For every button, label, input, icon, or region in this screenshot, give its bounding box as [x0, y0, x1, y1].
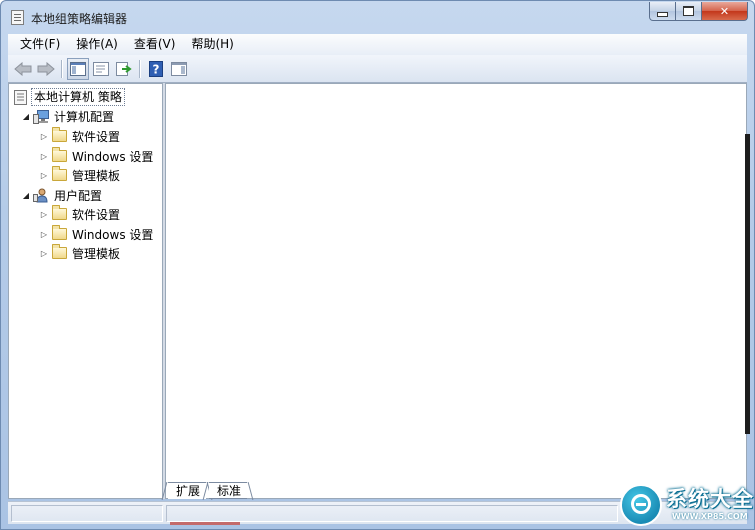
tree-item-label: 计算机配置 — [54, 109, 115, 124]
tree-item-admin-templates[interactable]: ▷ 管理模板 — [39, 244, 120, 262]
folder-icon — [52, 166, 67, 181]
user-config-icon — [33, 188, 48, 202]
watermark-url: WWW.XP85.COM — [672, 512, 748, 521]
export-list-button[interactable] — [113, 58, 135, 80]
menu-view[interactable]: 查看(V) — [126, 34, 184, 55]
expanded-arrow-icon[interactable]: ◢ — [21, 112, 31, 121]
menu-file[interactable]: 文件(F) — [8, 34, 68, 55]
forward-button[interactable] — [35, 58, 57, 80]
window-title: 本地组策略编辑器 — [31, 12, 128, 26]
collapsed-arrow-icon[interactable]: ▷ — [39, 132, 49, 141]
folder-icon — [52, 127, 67, 142]
forward-arrow-icon — [37, 61, 55, 76]
collapsed-arrow-icon[interactable]: ▷ — [39, 249, 49, 258]
tree-item-computer-config[interactable]: ◢ 计算机配置 — [21, 107, 114, 125]
collapsed-arrow-icon[interactable]: ▷ — [39, 210, 49, 219]
minimize-button[interactable] — [649, 2, 676, 21]
tree-item-label: 本地计算机 策略 — [31, 88, 125, 106]
show-action-pane-button[interactable] — [168, 58, 190, 80]
tree-item-label: Windows 设置 — [72, 149, 154, 164]
menu-help[interactable]: 帮助(H) — [183, 34, 241, 55]
tree-item-root[interactable]: 本地计算机 策略 — [14, 88, 125, 106]
back-button[interactable] — [12, 58, 34, 80]
show-tree-button[interactable] — [67, 57, 89, 80]
collapsed-arrow-icon[interactable]: ▷ — [39, 171, 49, 180]
policy-editor-icon — [11, 10, 24, 25]
folder-icon — [52, 205, 67, 220]
back-arrow-icon — [14, 61, 32, 76]
tree-item-windows-settings[interactable]: ▷ Windows 设置 — [39, 225, 153, 243]
properties-button[interactable] — [90, 58, 112, 80]
window-controls: ✕ — [649, 2, 748, 22]
main-content: 本地计算机 策略 ◢ 计算机配置 ▷ 软件设置 ▷ Windows 设置 ▷ 管… — [8, 83, 750, 499]
show-tree-icon — [70, 61, 86, 76]
tree-item-admin-templates[interactable]: ▷ 管理模板 — [39, 166, 120, 184]
close-button[interactable]: ✕ — [702, 2, 748, 21]
maximize-icon — [683, 6, 694, 16]
show-action-pane-icon — [171, 61, 187, 76]
tree-item-software-settings[interactable]: ▷ 软件设置 — [39, 127, 120, 145]
tree-item-label: 管理模板 — [72, 246, 121, 261]
tree-item-windows-settings[interactable]: ▷ Windows 设置 — [39, 147, 153, 165]
tree-item-label: 管理模板 — [72, 168, 121, 183]
help-button[interactable]: ? — [145, 58, 167, 80]
computer-config-icon — [33, 109, 49, 124]
watermark: 系统大全 WWW.XP85.COM — [618, 482, 755, 528]
toolbar: ? — [8, 55, 747, 83]
close-icon: ✕ — [719, 4, 730, 18]
collapsed-arrow-icon[interactable]: ▷ — [39, 230, 49, 239]
collapsed-arrow-icon[interactable]: ▷ — [39, 152, 49, 161]
folder-icon — [52, 225, 67, 240]
toolbar-separator — [61, 59, 62, 78]
site-logo-icon — [620, 484, 662, 526]
status-panel — [166, 505, 618, 522]
properties-icon — [93, 61, 109, 76]
menu-bar: 文件(F) 操作(A) 查看(V) 帮助(H) — [8, 34, 747, 55]
title-bar[interactable]: 本地组策略编辑器 ✕ — [1, 1, 754, 33]
maximize-button[interactable] — [676, 2, 702, 21]
folder-icon — [52, 147, 67, 162]
tree-item-user-config[interactable]: ◢ 用户配置 — [21, 186, 102, 204]
tree-item-software-settings[interactable]: ▷ 软件设置 — [39, 205, 120, 223]
tab-extended[interactable]: 扩展 — [168, 482, 207, 499]
detail-pane[interactable] — [165, 83, 750, 499]
watermark-title: 系统大全 — [666, 487, 754, 511]
menu-action[interactable]: 操作(A) — [68, 34, 126, 55]
view-tabs: 扩展 标准 — [164, 479, 248, 499]
tree-item-label: 软件设置 — [72, 207, 121, 222]
window-edge — [745, 134, 750, 434]
tree-item-label: Windows 设置 — [72, 227, 154, 242]
expanded-arrow-icon[interactable]: ◢ — [21, 191, 31, 200]
folder-icon — [52, 244, 67, 259]
help-icon: ? — [149, 60, 163, 77]
tree-pane[interactable]: 本地计算机 策略 ◢ 计算机配置 ▷ 软件设置 ▷ Windows 设置 ▷ 管… — [8, 83, 163, 499]
tree-item-label: 软件设置 — [72, 129, 121, 144]
policy-document-icon — [14, 89, 27, 105]
toolbar-separator — [139, 59, 140, 78]
svg-text:?: ? — [153, 62, 160, 76]
app-window: 本地组策略编辑器 ✕ 文件(F) 操作(A) 查看(V) 帮助(H) ? 本地计… — [0, 0, 755, 530]
status-panel — [11, 505, 163, 522]
export-list-icon — [116, 61, 132, 76]
status-bar-mark — [170, 522, 240, 525]
minimize-icon — [657, 11, 668, 17]
tree-item-label: 用户配置 — [54, 188, 103, 203]
tab-standard[interactable]: 标准 — [209, 482, 248, 499]
